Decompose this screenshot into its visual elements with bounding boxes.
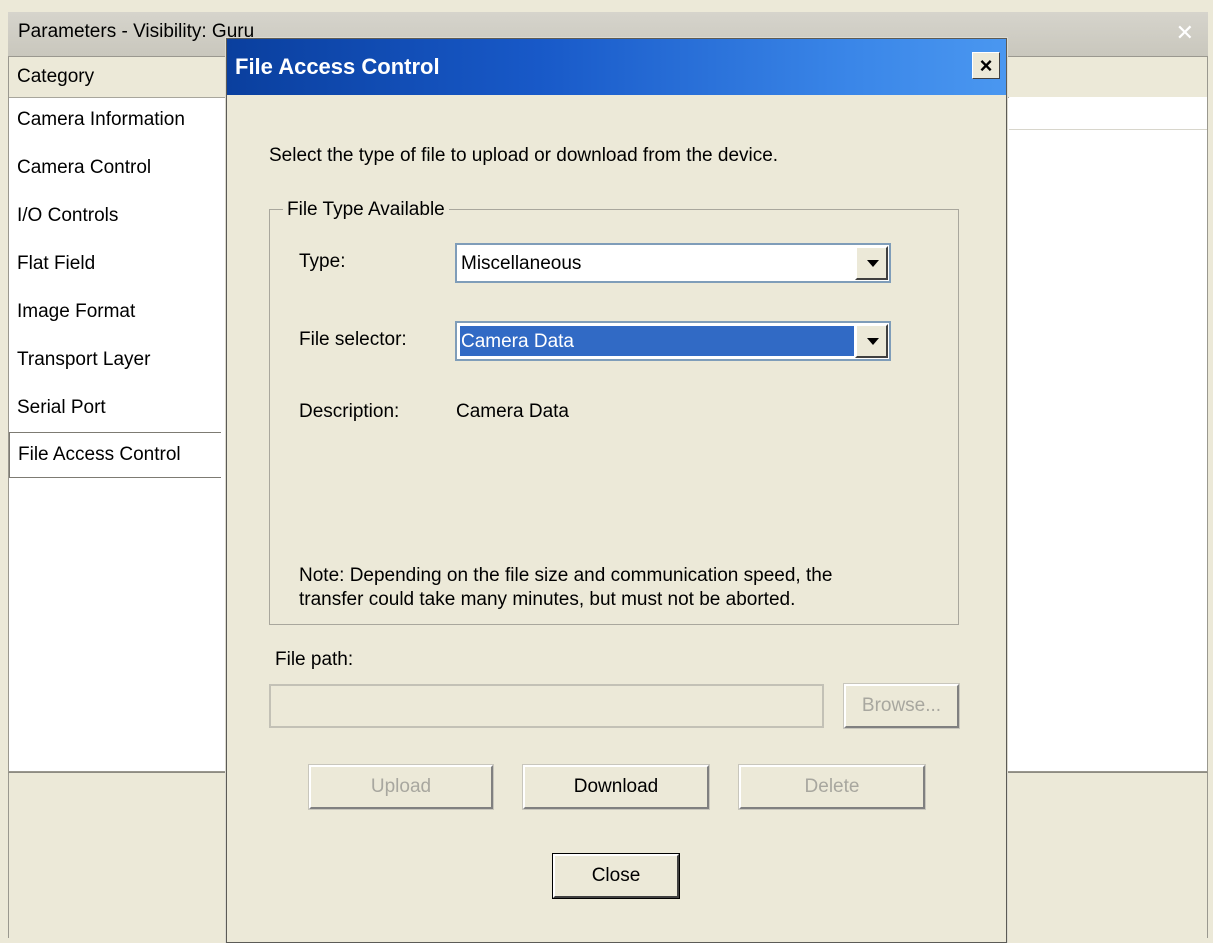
type-dropdown-value: Miscellaneous	[461, 253, 582, 274]
file-access-control-dialog: File Access Control × Select the type of…	[226, 38, 1007, 943]
close-button[interactable]: Close	[552, 853, 680, 899]
download-button[interactable]: Download	[522, 764, 710, 810]
file-type-group-title: File Type Available	[283, 199, 449, 221]
category-header-label: Category	[17, 66, 95, 87]
file-path-input[interactable]	[269, 684, 824, 728]
upload-button[interactable]: Upload	[308, 764, 494, 810]
parameters-window-title: Parameters - Visibility: Guru	[18, 21, 255, 42]
parameter-grid-row	[1009, 97, 1207, 130]
description-label: Description:	[299, 401, 400, 422]
dialog-title-bar[interactable]: File Access Control ×	[227, 39, 1006, 95]
file-selector-dropdown-value: Camera Data	[461, 331, 574, 352]
chevron-down-icon[interactable]	[855, 246, 888, 280]
category-item-camera-control[interactable]: Camera Control	[9, 145, 221, 191]
dialog-instructions: Select the type of file to upload or dow…	[269, 145, 779, 166]
delete-button[interactable]: Delete	[738, 764, 926, 810]
category-item-file-access-control[interactable]: File Access Control	[9, 432, 221, 478]
type-label: Type:	[299, 251, 346, 272]
transfer-note: Note: Depending on the file size and com…	[299, 564, 939, 612]
category-item-flat-field[interactable]: Flat Field	[9, 241, 221, 287]
file-path-label: File path:	[275, 649, 354, 670]
category-item-io-controls[interactable]: I/O Controls	[9, 193, 221, 239]
close-icon[interactable]: ✕	[1176, 20, 1194, 46]
file-selector-label: File selector:	[299, 329, 407, 350]
browse-button[interactable]: Browse...	[843, 683, 960, 729]
transfer-note-line-1: Note: Depending on the file size and com…	[299, 565, 833, 586]
close-icon: ×	[979, 53, 993, 78]
transfer-note-line-2: transfer could take many minutes, but mu…	[299, 589, 796, 610]
description-value: Camera Data	[456, 401, 569, 422]
file-selector-dropdown[interactable]: Camera Data	[455, 321, 891, 361]
chevron-down-icon[interactable]	[855, 324, 888, 358]
dialog-close-button[interactable]: ×	[972, 52, 1000, 79]
category-item-image-format[interactable]: Image Format	[9, 289, 221, 335]
dialog-title: File Access Control	[235, 54, 440, 79]
category-item-transport-layer[interactable]: Transport Layer	[9, 337, 221, 383]
category-item-serial-port[interactable]: Serial Port	[9, 385, 221, 431]
type-dropdown[interactable]: Miscellaneous	[455, 243, 891, 283]
category-item-camera-information[interactable]: Camera Information	[9, 97, 221, 143]
